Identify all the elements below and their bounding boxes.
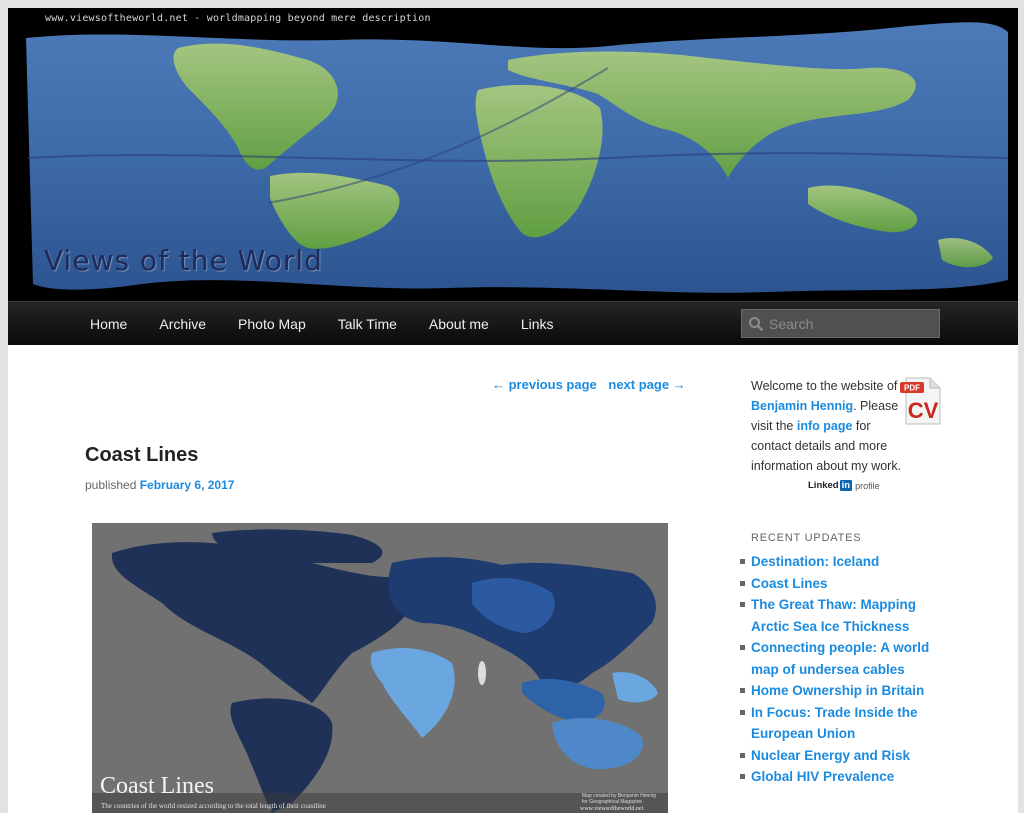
recent-item[interactable]: The Great Thaw: Mapping Arctic Sea Ice T… xyxy=(740,594,940,637)
search-icon xyxy=(749,317,764,332)
nav-item-home[interactable]: Home xyxy=(74,302,143,346)
map-subtitle: The countries of the world resized accor… xyxy=(101,802,326,810)
recent-updates-heading: RECENT UPDATES xyxy=(751,532,862,544)
search-input[interactable] xyxy=(769,314,934,334)
search-box[interactable] xyxy=(741,309,940,338)
recent-item[interactable]: Coast Lines xyxy=(740,573,940,595)
main-navigation: Home Archive Photo Map Talk Time About m… xyxy=(8,301,1018,345)
welcome-part-1: Welcome to the website of xyxy=(751,379,898,393)
welcome-text: Welcome to the website of Benjamin Henni… xyxy=(751,376,903,476)
post-image[interactable]: Coast Lines The countries of the world r… xyxy=(92,523,668,813)
nav-item-archive[interactable]: Archive xyxy=(143,302,222,346)
header-banner[interactable]: www.viewsoftheworld.net - worldmapping b… xyxy=(8,8,1018,301)
recent-updates-list: Destination: Iceland Coast Lines The Gre… xyxy=(740,551,940,788)
nav-item-about-me[interactable]: About me xyxy=(413,302,505,346)
nav-item-talk-time[interactable]: Talk Time xyxy=(322,302,413,346)
nav-item-links[interactable]: Links xyxy=(505,302,570,346)
post-title[interactable]: Coast Lines xyxy=(85,444,198,467)
post-date-link[interactable]: February 6, 2017 xyxy=(140,478,235,492)
cv-pdf-icon[interactable]: PDF CV xyxy=(900,376,942,426)
map-url: www.viewsoftheworld.net xyxy=(580,806,644,812)
author-link[interactable]: Benjamin Hennig xyxy=(751,399,853,413)
site-title[interactable]: Views of the World xyxy=(44,244,323,277)
map-title: Coast Lines xyxy=(100,773,214,799)
previous-page-link[interactable]: ← previous page xyxy=(492,377,597,392)
banner-tagline: www.viewsoftheworld.net - worldmapping b… xyxy=(45,13,431,24)
post-meta-prefix: published xyxy=(85,478,137,492)
linkedin-profile-link[interactable]: Linked in profile xyxy=(808,480,880,491)
recent-item[interactable]: Destination: Iceland xyxy=(740,551,940,573)
pdf-document-icon: PDF CV xyxy=(900,377,941,425)
post-meta: published February 6, 2017 xyxy=(85,478,234,492)
info-page-link[interactable]: info page xyxy=(797,419,853,433)
linkedin-profile-label: profile xyxy=(855,480,880,491)
map-credit: Map created by Benjamin Hennig for Geogr… xyxy=(582,793,656,805)
recent-item[interactable]: Home Ownership in Britain xyxy=(740,680,940,702)
cv-label: CV xyxy=(908,398,939,423)
post-pager: ← previous page next page → xyxy=(492,377,686,392)
pdf-badge-text: PDF xyxy=(904,384,920,393)
page: www.viewsoftheworld.net - worldmapping b… xyxy=(8,8,1018,813)
nav-item-photo-map[interactable]: Photo Map xyxy=(222,302,322,346)
recent-item[interactable]: In Focus: Trade Inside the European Unio… xyxy=(740,702,940,745)
coast-lines-map xyxy=(92,523,668,813)
linkedin-in-icon: in xyxy=(839,480,853,491)
recent-item[interactable]: Global HIV Prevalence xyxy=(740,766,940,788)
recent-item[interactable]: Nuclear Energy and Risk xyxy=(740,745,940,767)
next-page-link[interactable]: next page → xyxy=(608,377,685,392)
linkedin-word: Linked xyxy=(808,480,839,491)
recent-item[interactable]: Connecting people: A world map of unders… xyxy=(740,637,940,680)
